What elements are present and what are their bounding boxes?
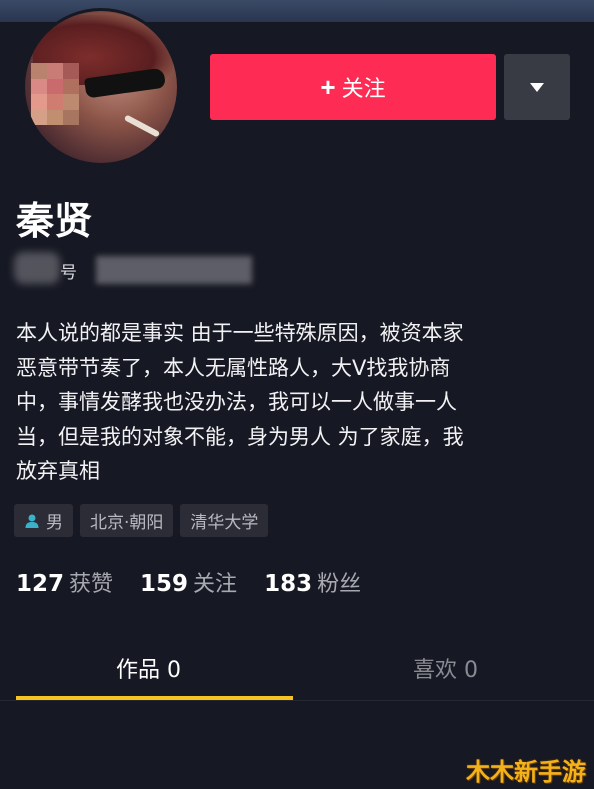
redacted-id-prefix	[14, 252, 60, 284]
avatar[interactable]	[22, 8, 180, 166]
redacted-id-value	[96, 256, 252, 284]
stat-following[interactable]: 159 关注	[140, 566, 237, 598]
follow-button-label: 关注	[341, 76, 386, 101]
profile-tags: 男 北京·朝阳 清华大学	[14, 504, 269, 537]
followers-label: 粉丝	[317, 572, 362, 597]
stat-likes: 127 获赞	[16, 566, 113, 598]
caret-down-icon	[530, 82, 544, 92]
tab-divider	[0, 700, 594, 701]
stat-followers[interactable]: 183 粉丝	[264, 566, 361, 598]
plus-icon: +	[320, 71, 336, 102]
bio-line: 放弃真相	[16, 459, 100, 483]
avatar-cigarette	[123, 114, 161, 138]
profile-bio: 本人说的都是事实 由于一些特殊原因，被资本家 恶意带节奏了，本人无属性路人，大V…	[16, 316, 576, 489]
bio-line: 中，事情发酵我也没办法，我可以一人做事一人	[16, 390, 457, 414]
tab-works[interactable]: 作品 0	[0, 640, 297, 696]
profile-stats: 127 获赞 159 关注 183 粉丝	[16, 566, 388, 598]
tag-school: 清华大学	[180, 504, 269, 537]
bio-line: 本人说的都是事实 由于一些特殊原因，被资本家	[16, 321, 464, 345]
tag-location: 北京·朝阳	[80, 504, 174, 537]
bio-line: 当，但是我的对象不能，身为男人 为了家庭，我	[16, 424, 464, 449]
following-label: 关注	[193, 572, 238, 597]
more-options-button[interactable]	[504, 54, 570, 120]
person-icon	[24, 513, 40, 529]
likes-label: 获赞	[69, 572, 114, 597]
account-id-row: 号	[14, 250, 274, 290]
likes-count: 127	[16, 571, 65, 597]
tab-likes[interactable]: 喜欢 0	[297, 640, 594, 696]
tag-gender: 男	[14, 504, 73, 537]
avatar-image	[25, 11, 177, 163]
avatar-mosaic	[31, 63, 79, 125]
profile-name: 秦贤	[16, 199, 93, 243]
tag-gender-label: 男	[46, 513, 63, 533]
bio-line: 恶意带节奏了，本人无属性路人，大V找我协商	[16, 355, 451, 380]
follow-button[interactable]: + 关注	[210, 54, 496, 120]
content-tabs: 作品 0 喜欢 0	[0, 640, 594, 700]
watermark-logo: 木木新手游	[466, 758, 586, 786]
id-label: 号	[60, 263, 77, 283]
followers-count: 183	[264, 571, 313, 597]
following-count: 159	[140, 571, 189, 597]
